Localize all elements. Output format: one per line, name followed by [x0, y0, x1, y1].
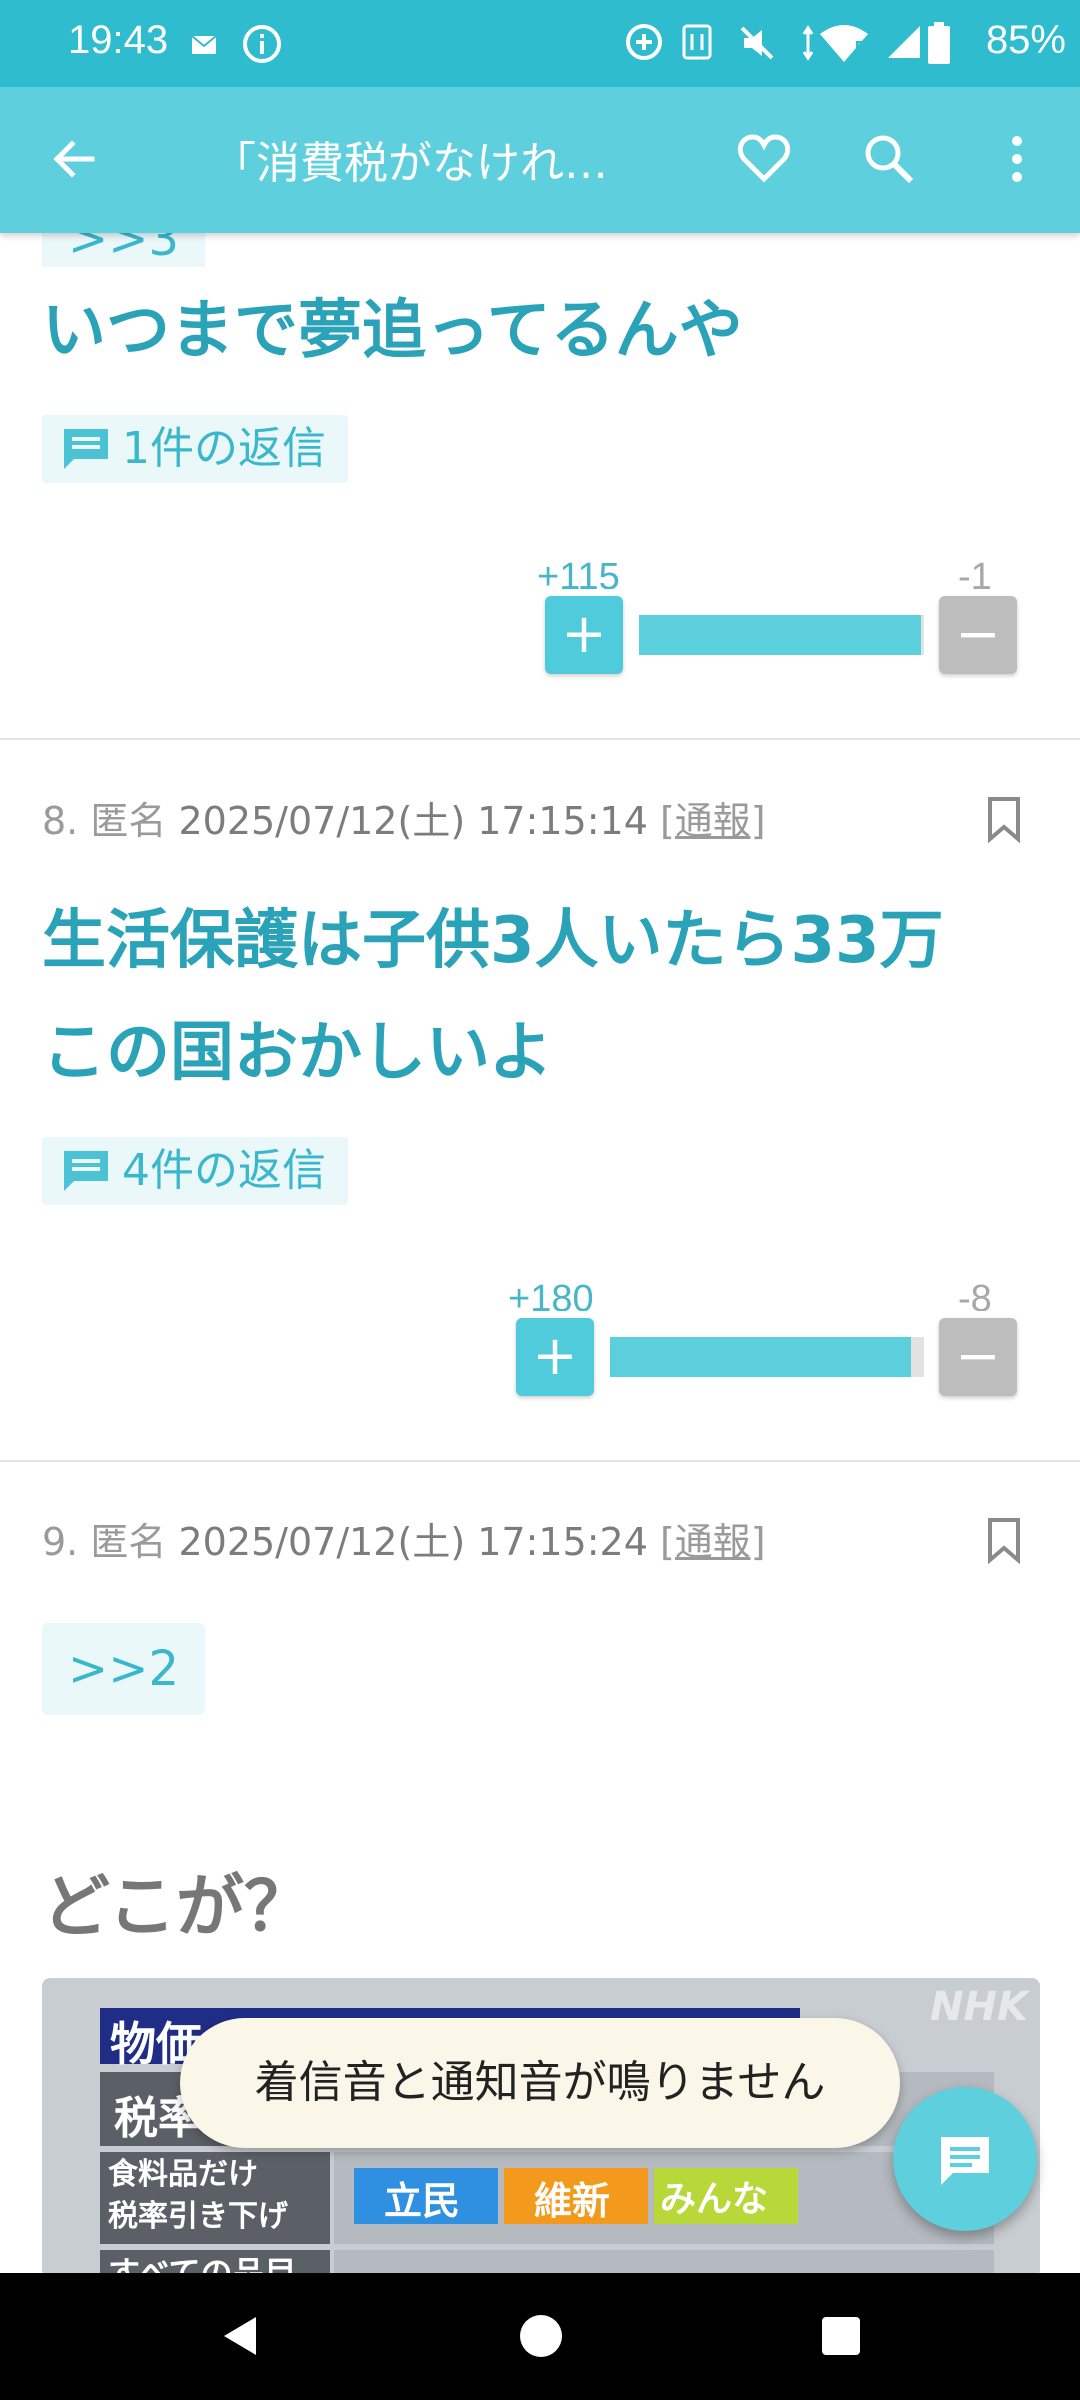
comment-meta: 8. 匿名 2025/07/12(土) 17:15:14 [通報] — [42, 790, 766, 845]
more-options-icon[interactable] — [985, 127, 1049, 191]
nfc-icon — [682, 24, 712, 60]
back-nav-icon[interactable] — [218, 2313, 264, 2359]
comment-icon — [64, 429, 108, 469]
comment-list: >>3 いつまで夢追ってるんや 1件の返信 +115 -1 + − 8. 匿名 … — [0, 233, 1080, 2273]
comment-icon — [64, 1151, 108, 1191]
battery-percent: 85% — [985, 18, 1066, 62]
bookmark-icon[interactable] — [984, 1516, 1024, 1564]
quote-link-container: >>2 — [42, 1623, 205, 1715]
back-arrow-icon[interactable] — [42, 127, 106, 191]
plus-vote-count: +180 — [508, 1278, 594, 1311]
vote-ratio-bar — [639, 615, 924, 655]
minus-vote-button[interactable]: − — [939, 596, 1017, 674]
plus-vote-button[interactable]: + — [545, 596, 623, 674]
vote-ratio-fill — [639, 615, 922, 655]
mute-icon — [740, 26, 774, 60]
quote-link[interactable]: >>2 — [42, 1623, 205, 1715]
bookmark-icon[interactable] — [984, 795, 1024, 843]
party-label: みんな — [660, 2179, 769, 2220]
minus-vote-count: -8 — [958, 1278, 992, 1311]
nhk-watermark: NHK — [930, 1984, 1028, 2030]
network-badge: 5 — [854, 38, 867, 59]
status-time: 19:43 — [68, 18, 169, 62]
divider — [0, 738, 1080, 740]
app-bar: 「消費税がなけれ… — [0, 87, 1080, 233]
image-row2-label-line-1: 食料品だけ — [108, 2157, 258, 2192]
recents-nav-icon[interactable] — [820, 2315, 862, 2357]
home-nav-icon[interactable] — [518, 2313, 564, 2359]
divider — [0, 1460, 1080, 1462]
comment-text-line-2: この国おかしいよ — [42, 1016, 553, 1090]
replies-label: 4件の返信 — [122, 1145, 326, 1196]
comment-text: どこが？ — [42, 1868, 312, 1947]
page-title: 「消費税がなけれ… — [212, 138, 608, 189]
favorite-heart-icon[interactable] — [732, 127, 796, 191]
comment-number: 9. — [42, 1520, 79, 1564]
comment-author: 匿名 — [90, 1520, 167, 1564]
vote-ratio-bar — [610, 1337, 924, 1377]
comment-fab-button[interactable] — [893, 2087, 1037, 2231]
vote-ratio-fill — [610, 1337, 912, 1377]
quote-link-container: >>3 — [42, 233, 205, 267]
party-label: 維新 — [534, 2179, 611, 2223]
comment-text-line-1: 生活保護は子供3人いたら33万 — [42, 904, 944, 978]
replies-button[interactable]: 4件の返信 — [42, 1137, 348, 1205]
comment-meta: 9. 匿名 2025/07/12(土) 17:15:24 [通報] — [42, 1511, 766, 1566]
system-nav-bar — [0, 2273, 1080, 2400]
mail-notification-icon — [191, 35, 217, 54]
quote-link[interactable]: >>3 — [42, 233, 205, 267]
info-icon — [243, 25, 281, 63]
plus-vote-button[interactable]: + — [516, 1318, 594, 1396]
status-bar: 19:43 5 85% — [0, 0, 1080, 87]
toast-message: 着信音と通知音が鳴りません — [180, 2018, 900, 2148]
comment-text: いつまで夢追ってるんや — [42, 294, 743, 368]
wifi-icon — [802, 25, 868, 62]
minus-vote-button[interactable]: − — [939, 1318, 1017, 1396]
report-link[interactable]: [通報] — [660, 1520, 766, 1564]
battery-icon — [928, 22, 950, 64]
report-link[interactable]: [通報] — [660, 799, 766, 843]
replies-label: 1件の返信 — [122, 423, 326, 474]
image-row3-label: すべての品目 — [108, 2254, 297, 2273]
plus-vote-count: +115 — [537, 556, 620, 589]
replies-button[interactable]: 1件の返信 — [42, 415, 348, 483]
image-row2-label-line-2: 税率引き下げ — [108, 2199, 288, 2234]
minus-vote-count: -1 — [958, 556, 992, 589]
search-icon[interactable] — [857, 127, 921, 191]
comment-date: 2025/07/12(土) 17:15:14 — [178, 799, 648, 843]
data-saver-icon — [626, 24, 662, 60]
comment-icon — [941, 2137, 989, 2185]
signal-icon — [888, 26, 920, 58]
comment-author: 匿名 — [90, 799, 167, 843]
party-label: 立民 — [384, 2179, 461, 2223]
comment-date: 2025/07/12(土) 17:15:24 — [178, 1520, 648, 1564]
comment-number: 8. — [42, 799, 79, 843]
image-row3-cells — [334, 2250, 994, 2273]
